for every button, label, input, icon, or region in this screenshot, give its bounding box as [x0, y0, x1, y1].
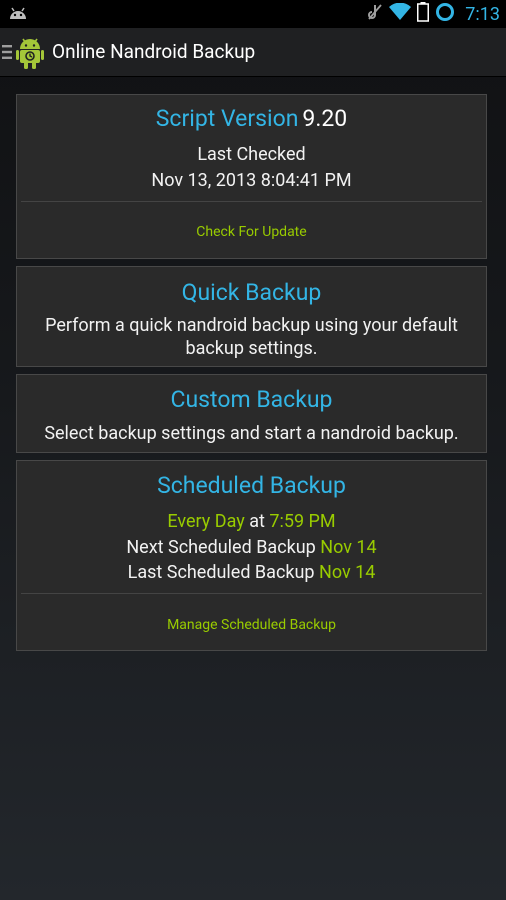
quick-backup-description-line1: Perform a quick nandroid backup using yo… [45, 315, 458, 336]
next-scheduled-date: Nov 14 [320, 537, 377, 558]
scheduled-backup-title: Scheduled Backup [157, 472, 346, 499]
custom-backup-description: Select backup settings and start a nandr… [44, 423, 459, 444]
next-scheduled-label: Next Scheduled Backup [126, 537, 316, 558]
clock: 7:13 [465, 3, 500, 25]
last-checked-date: Nov 13, 2013 8:04:41 PM [151, 170, 352, 191]
last-scheduled-label: Last Scheduled Backup [127, 562, 315, 583]
sync-circle-icon [435, 2, 455, 26]
card-divider [21, 593, 482, 594]
schedule-time: 7:59 PM [269, 511, 336, 532]
scheduled-backup-card[interactable]: Scheduled Backup Every Day at 7:59 PM Ne… [16, 460, 487, 651]
quick-backup-description-line2: backup settings. [185, 338, 318, 359]
android-app-icon[interactable] [16, 37, 44, 73]
script-version-card: Script Version 9.20 Last Checked Nov 13,… [16, 94, 487, 259]
silent-icon [367, 3, 383, 25]
script-version-number: 9.20 [302, 105, 348, 132]
card-divider [21, 201, 482, 202]
next-scheduled-line: Next Scheduled Backup Nov 14 [17, 536, 486, 559]
last-scheduled-date: Nov 14 [318, 562, 376, 583]
app-title: Online Nandroid Backup [52, 40, 256, 63]
drawer-menu-icon[interactable] [2, 44, 12, 64]
quick-backup-card[interactable]: Quick Backup Perform a quick nandroid ba… [16, 266, 487, 367]
custom-backup-card[interactable]: Custom Backup Select backup settings and… [16, 374, 487, 453]
schedule-frequency: Every Day [167, 511, 245, 532]
manage-scheduled-backup-button[interactable]: Manage Scheduled Backup [17, 617, 486, 633]
quick-backup-title: Quick Backup [181, 279, 322, 306]
last-checked-label: Last Checked [197, 144, 306, 165]
wifi-icon [389, 2, 412, 25]
script-version-heading: Script Version 9.20 [17, 105, 486, 132]
schedule-line: Every Day at 7:59 PM [17, 510, 486, 533]
android-notification-icon [8, 5, 28, 25]
script-version-label: Script Version [155, 105, 299, 132]
check-for-update-button[interactable]: Check For Update [17, 224, 486, 240]
status-bar: 7:13 [0, 0, 506, 28]
action-bar: Online Nandroid Backup [0, 28, 506, 77]
custom-backup-title: Custom Backup [170, 386, 333, 413]
battery-icon [417, 2, 430, 26]
schedule-at-label: at [249, 511, 265, 532]
last-scheduled-line: Last Scheduled Backup Nov 14 [17, 561, 486, 584]
